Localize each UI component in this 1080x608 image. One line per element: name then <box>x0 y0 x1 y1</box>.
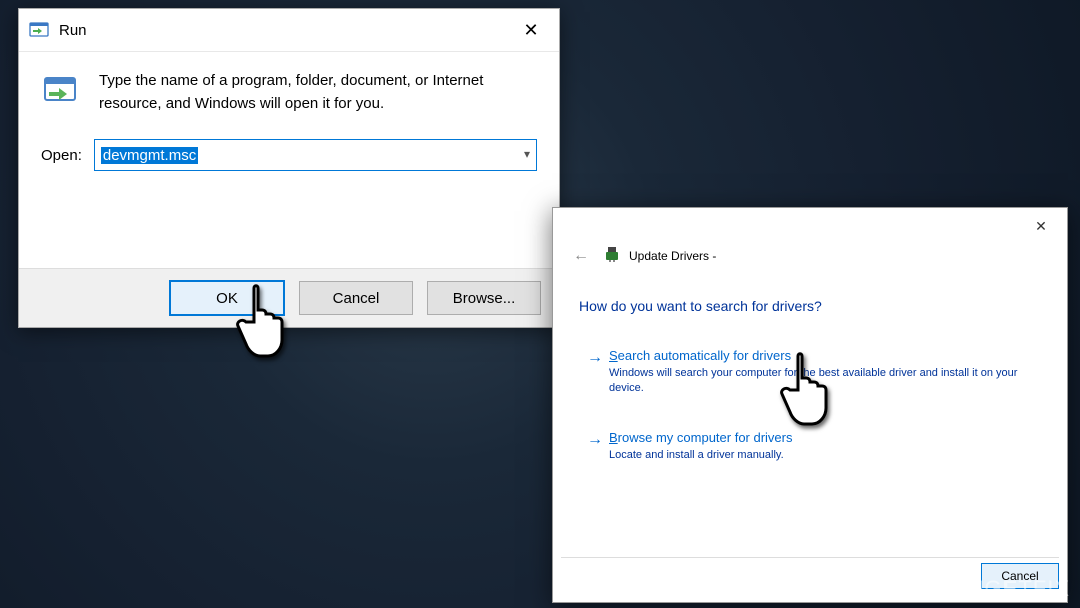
browse-button[interactable]: Browse... <box>427 281 541 315</box>
cancel-button[interactable]: Cancel <box>299 281 413 315</box>
option-title: Search automatically for drivers <box>589 348 1029 363</box>
close-icon: ✕ <box>523 20 538 41</box>
run-titlebar: Run ✕ <box>19 9 559 52</box>
update-titlebar: ← Update Drivers - <box>567 246 716 265</box>
arrow-right-icon: → <box>587 349 603 367</box>
device-icon <box>605 246 619 265</box>
run-close-button[interactable]: ✕ <box>511 15 551 45</box>
update-close-button[interactable]: ✕ <box>1021 212 1061 240</box>
run-open-label: Open: <box>41 147 82 164</box>
option-desc: Windows will search your computer for th… <box>589 366 1029 396</box>
run-open-combobox[interactable]: devmgmt.msc ▾ <box>94 139 537 171</box>
run-title-text: Run <box>59 22 87 39</box>
cancel-button-label: Cancel <box>333 290 380 307</box>
run-button-bar: OK Cancel Browse... <box>19 268 559 327</box>
browse-button-label: Browse... <box>453 290 516 307</box>
option-title: Browse my computer for drivers <box>589 430 1029 445</box>
run-titlebar-icon <box>29 20 49 40</box>
run-body-icon <box>41 70 81 115</box>
run-dialog: Run ✕ Type the name of a program, folder… <box>18 8 560 328</box>
ok-button[interactable]: OK <box>169 280 285 316</box>
ok-button-label: OK <box>216 290 238 307</box>
update-drivers-dialog: ✕ ← Update Drivers - How do you want to … <box>552 207 1068 603</box>
option-desc: Locate and install a driver manually. <box>589 448 1029 463</box>
option-search-automatically[interactable]: → Search automatically for drivers Windo… <box>589 348 1029 396</box>
run-open-row: Open: devmgmt.msc ▾ <box>19 115 559 171</box>
ugetfix-watermark: UGETFIX <box>968 576 1070 602</box>
update-title-text: Update Drivers - <box>629 249 716 263</box>
chevron-down-icon: ▾ <box>524 147 530 161</box>
update-heading: How do you want to search for drivers? <box>579 298 822 314</box>
close-icon: ✕ <box>1035 218 1047 235</box>
option-browse-computer[interactable]: → Browse my computer for drivers Locate … <box>589 430 1029 463</box>
run-description: Type the name of a program, folder, docu… <box>99 70 537 115</box>
run-body: Type the name of a program, folder, docu… <box>19 52 559 115</box>
arrow-right-icon: → <box>587 431 603 449</box>
back-arrow-icon[interactable]: ← <box>567 247 595 265</box>
run-open-value: devmgmt.msc <box>101 147 198 164</box>
